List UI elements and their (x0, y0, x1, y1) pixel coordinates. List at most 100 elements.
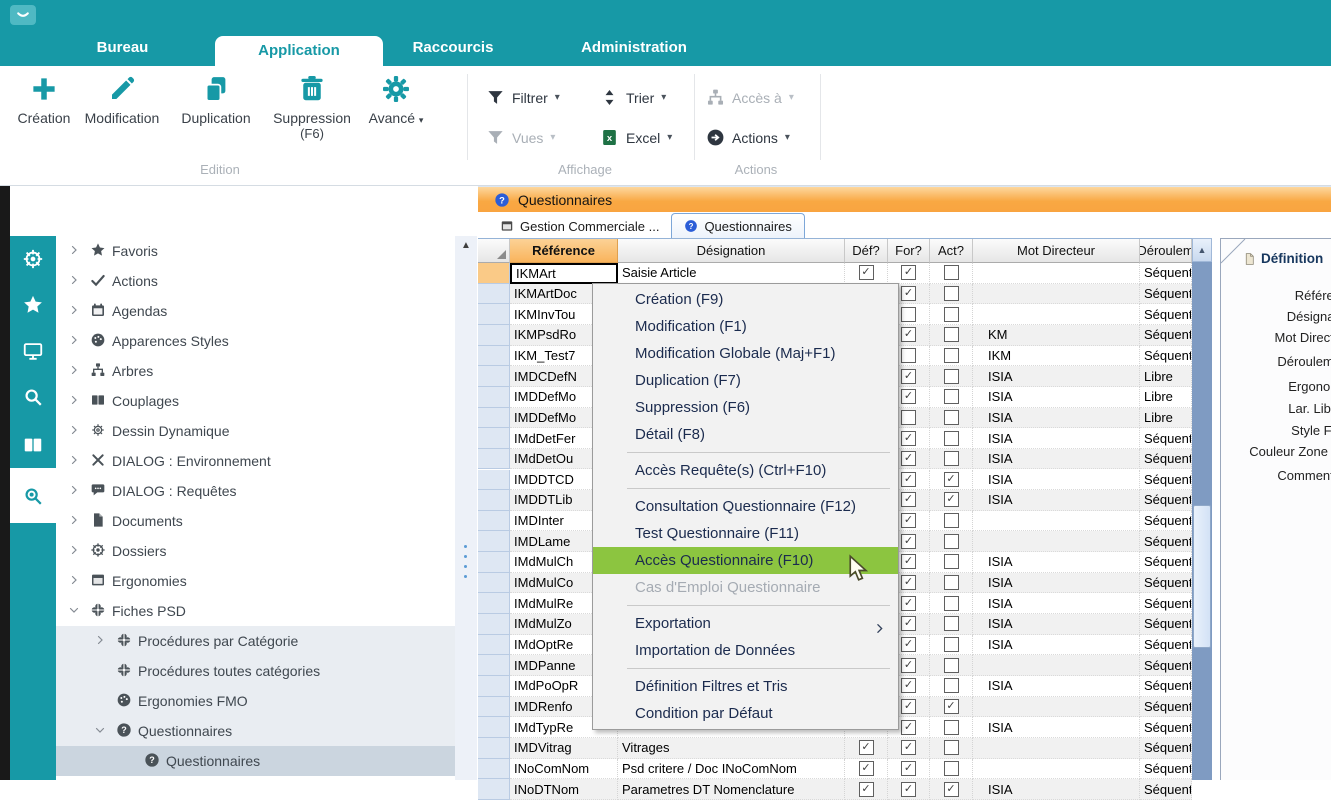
cell-deroulement[interactable]: Séquenti (1140, 470, 1192, 491)
tree-item[interactable]: Ergonomies FMO (56, 686, 455, 716)
cell-act[interactable] (930, 676, 973, 697)
cell-mot-directeur[interactable] (973, 738, 1140, 759)
cell-act[interactable] (930, 346, 973, 367)
cell-deroulement[interactable]: Libre (1140, 387, 1192, 408)
cell-act[interactable] (930, 717, 973, 738)
checkbox-unchecked[interactable] (901, 348, 916, 363)
menu-item[interactable]: Modification (F1) (593, 313, 898, 340)
cell-act[interactable]: ✓ (930, 470, 973, 491)
checkbox-checked[interactable]: ✓ (901, 658, 916, 673)
cell-mot-directeur[interactable]: ISIA (973, 779, 1140, 800)
checkbox-checked[interactable]: ✓ (859, 740, 874, 755)
column-header-1[interactable]: Désignation (618, 239, 845, 263)
cell-act[interactable] (930, 449, 973, 470)
cell-act[interactable] (930, 614, 973, 635)
checkbox-unchecked[interactable] (944, 658, 959, 673)
cell-for[interactable]: ✓ (888, 263, 930, 284)
app-logo-icon[interactable] (10, 5, 36, 25)
cell-mot-directeur[interactable] (973, 531, 1140, 552)
tree-item[interactable]: DIALOG : Requêtes (56, 476, 455, 506)
checkbox-unchecked[interactable] (944, 534, 959, 549)
table-row[interactable]: INoComNomPsd critere / Doc INoComNom✓✓Sé… (478, 759, 1192, 780)
checkbox-unchecked[interactable] (944, 678, 959, 693)
cell-reference[interactable]: INoDTNom (510, 779, 618, 800)
ribbon-tab-application[interactable]: Application (215, 36, 383, 66)
checkbox-unchecked[interactable] (944, 575, 959, 590)
tree-item[interactable]: ? Questionnaires (56, 716, 455, 746)
tree-item[interactable]: Dossiers (56, 536, 455, 566)
menu-item[interactable]: Définition Filtres et Tris (593, 673, 898, 700)
cell-mot-directeur[interactable]: ISIA (973, 614, 1140, 635)
cell-deroulement[interactable]: Séquenti (1140, 490, 1192, 511)
row-header[interactable] (478, 449, 510, 470)
checkbox-checked[interactable]: ✓ (901, 616, 916, 631)
chevron-right-icon[interactable] (68, 423, 80, 439)
row-header[interactable] (478, 614, 510, 635)
tree-scrollbar[interactable]: ▲ (455, 236, 477, 780)
checkbox-unchecked[interactable] (944, 761, 959, 776)
cell-for[interactable]: ✓ (888, 738, 930, 759)
tree-item[interactable]: Apparences Styles (56, 326, 455, 356)
tree-item[interactable]: Actions (56, 266, 455, 296)
cell-mot-directeur[interactable] (973, 697, 1140, 718)
cell-mot-directeur[interactable] (973, 511, 1140, 532)
cell-deroulement[interactable]: Séquenti (1140, 676, 1192, 697)
chevron-right-icon[interactable] (94, 633, 106, 649)
cell-mot-directeur[interactable]: ISIA (973, 449, 1140, 470)
cell-reference[interactable]: IKMArt (510, 263, 618, 284)
checkbox-checked[interactable]: ✓ (901, 761, 916, 776)
row-header[interactable] (478, 676, 510, 697)
cell-act[interactable]: ✓ (930, 697, 973, 718)
trier-button[interactable]: Trier▾ (600, 88, 666, 107)
cell-mot-directeur[interactable]: ISIA (973, 552, 1140, 573)
doc-tab-questionnaires[interactable]: ? Questionnaires (671, 213, 804, 238)
cell-act[interactable] (930, 325, 973, 346)
cell-for[interactable]: ✓ (888, 779, 930, 800)
checkbox-unchecked[interactable] (944, 554, 959, 569)
cell-act[interactable] (930, 387, 973, 408)
row-header[interactable] (478, 408, 510, 429)
checkbox-unchecked[interactable] (944, 740, 959, 755)
menu-item[interactable]: Accès Requête(s) (Ctrl+F10) (593, 457, 898, 484)
row-header[interactable] (478, 490, 510, 511)
tree-scroll-up-icon[interactable]: ▲ (455, 240, 477, 251)
column-header-4[interactable]: Act? (930, 239, 973, 263)
row-header[interactable] (478, 325, 510, 346)
row-header[interactable] (478, 387, 510, 408)
cell-mot-directeur[interactable]: ISIA (973, 717, 1140, 738)
scroll-up-icon[interactable]: ▲ (1192, 238, 1212, 262)
cell-deroulement[interactable]: Séquenti (1140, 531, 1192, 552)
cell-for[interactable]: ✓ (888, 759, 930, 780)
cell-deroulement[interactable]: Séquenti (1140, 263, 1192, 284)
row-header[interactable] (478, 470, 510, 491)
checkbox-checked[interactable]: ✓ (901, 637, 916, 652)
checkbox-unchecked[interactable] (944, 637, 959, 652)
row-header[interactable] (478, 593, 510, 614)
vues-button[interactable]: Vues▾ (486, 128, 555, 147)
row-header[interactable] (478, 428, 510, 449)
checkbox-checked[interactable]: ✓ (901, 472, 916, 487)
menu-item[interactable]: Exportation (593, 610, 898, 637)
table-row[interactable]: IMDVitragVitrages✓✓Séquenti (478, 738, 1192, 759)
table-row[interactable]: IKMArtSaisie Article✓✓Séquenti (478, 263, 1192, 284)
cell-deroulement[interactable]: Libre (1140, 366, 1192, 387)
checkbox-checked[interactable]: ✓ (901, 678, 916, 693)
cell-act[interactable] (930, 655, 973, 676)
checkbox-checked[interactable]: ✓ (944, 699, 959, 714)
strip-item-ship-wheel[interactable] (10, 236, 56, 282)
checkbox-checked[interactable]: ✓ (901, 286, 916, 301)
row-header[interactable] (478, 511, 510, 532)
cell-reference[interactable]: INoComNom (510, 759, 618, 780)
cell-def[interactable]: ✓ (845, 759, 888, 780)
row-header[interactable] (478, 304, 510, 325)
row-header[interactable] (478, 635, 510, 656)
chevron-down-icon[interactable] (94, 723, 106, 739)
cell-mot-directeur[interactable]: ISIA (973, 408, 1140, 429)
column-header-6[interactable]: Déroulem (1140, 239, 1192, 263)
checkbox-unchecked[interactable] (944, 389, 959, 404)
checkbox-unchecked[interactable] (944, 348, 959, 363)
checkbox-checked[interactable]: ✓ (901, 720, 916, 735)
scrollbar-thumb[interactable] (1193, 505, 1211, 648)
tree-item[interactable]: Procédures par Catégorie (56, 626, 455, 656)
menu-item[interactable]: Création (F9) (593, 286, 898, 313)
